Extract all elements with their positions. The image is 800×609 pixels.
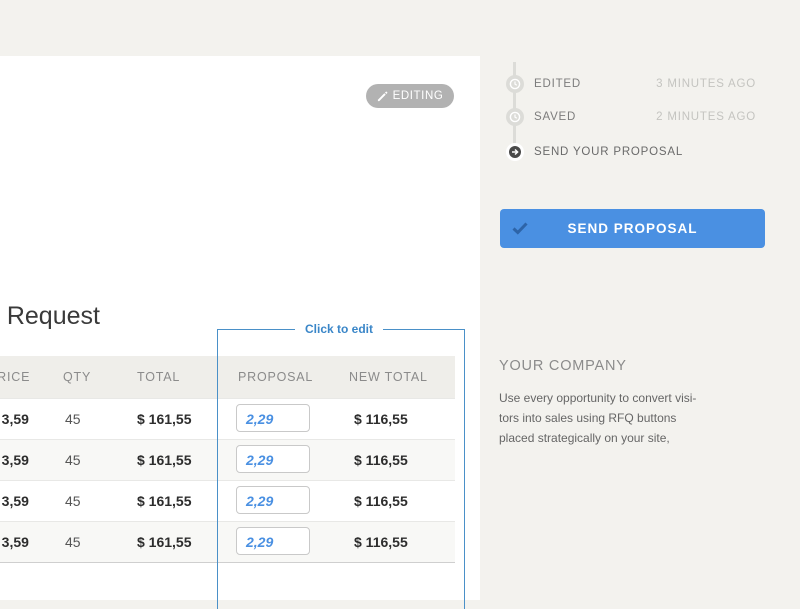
checkmark-icon [512, 221, 528, 238]
clock-icon [506, 75, 524, 93]
timeline-label: EDITED [534, 78, 581, 90]
timeline-item-edited: EDITED 3 MINUTES AGO [506, 75, 766, 93]
document-panel: EDITING e Request PRICE QTY TOTAL PROPOS… [0, 56, 480, 600]
timeline-label: SAVED [534, 111, 577, 123]
total-cell: $ 161,55 [137, 411, 192, 427]
column-header-price: PRICE [0, 370, 31, 384]
column-header-qty: QTY [63, 370, 92, 384]
timeline-item-saved: SAVED 2 MINUTES AGO [506, 108, 766, 126]
proposal-input[interactable]: 2,29 [236, 486, 310, 514]
timeline-item-send-proposal: SEND YOUR PROPOSAL [506, 143, 766, 161]
editing-badge-label: EDITING [392, 90, 444, 102]
editing-status-badge: EDITING [366, 84, 454, 108]
column-header-total: TOTAL [137, 370, 181, 384]
price-cell: $ 3,59 [0, 534, 29, 550]
pencil-icon [377, 91, 388, 102]
total-cell: $ 161,55 [137, 452, 192, 468]
click-to-edit-label: Click to edit [295, 322, 384, 336]
company-title: YOUR COMPANY [499, 358, 627, 374]
send-proposal-button[interactable]: SEND PROPOSAL [500, 209, 765, 248]
qty-cell: 45 [65, 411, 81, 427]
timeline-time: 3 MINUTES AGO [656, 78, 756, 90]
timeline-time: 2 MINUTES AGO [656, 111, 756, 123]
total-cell: $ 161,55 [137, 493, 192, 509]
new-total-cell: $ 116,55 [354, 534, 408, 550]
table-row: $ 3,59 45 $ 161,55 2,29 $ 116,55 [0, 439, 455, 480]
clock-icon [506, 108, 524, 126]
qty-cell: 45 [65, 534, 81, 550]
price-cell: $ 3,59 [0, 493, 29, 509]
company-description-line: tors into sales using RFQ buttons [499, 411, 677, 425]
qty-cell: 45 [65, 493, 81, 509]
proposal-input[interactable]: 2,29 [236, 445, 310, 473]
new-total-cell: $ 116,55 [354, 493, 408, 509]
table-row: $ 3,59 45 $ 161,55 2,29 $ 116,55 [0, 398, 455, 439]
table-row: $ 3,59 45 $ 161,55 2,29 $ 116,55 [0, 521, 455, 562]
timeline-label: SEND YOUR PROPOSAL [534, 146, 684, 158]
column-header-new-total: NEW TOTAL [349, 370, 428, 384]
qty-cell: 45 [65, 452, 81, 468]
company-description-line: placed strategically on your site, [499, 431, 670, 445]
arrow-right-circle-icon [506, 143, 524, 161]
total-cell: $ 161,55 [137, 534, 192, 550]
page-title: e Request [0, 302, 100, 330]
new-total-cell: $ 116,55 [354, 452, 408, 468]
company-description-line: Use every opportunity to convert visi- [499, 391, 697, 405]
table-row: $ 3,59 45 $ 161,55 2,29 $ 116,55 [0, 480, 455, 521]
company-description: Use every opportunity to convert visi- t… [499, 388, 739, 448]
price-cell: $ 3,59 [0, 452, 29, 468]
column-header-proposal: PROPOSAL [238, 370, 314, 384]
new-total-cell: $ 116,55 [354, 411, 408, 427]
proposal-input[interactable]: 2,29 [236, 527, 310, 555]
price-cell: $ 3,59 [0, 411, 29, 427]
quote-table: PRICE QTY TOTAL PROPOSAL NEW TOTAL $ 3,5… [0, 356, 455, 563]
send-proposal-label: SEND PROPOSAL [567, 221, 698, 236]
table-header: PRICE QTY TOTAL PROPOSAL NEW TOTAL [0, 356, 455, 398]
proposal-input[interactable]: 2,29 [236, 404, 310, 432]
